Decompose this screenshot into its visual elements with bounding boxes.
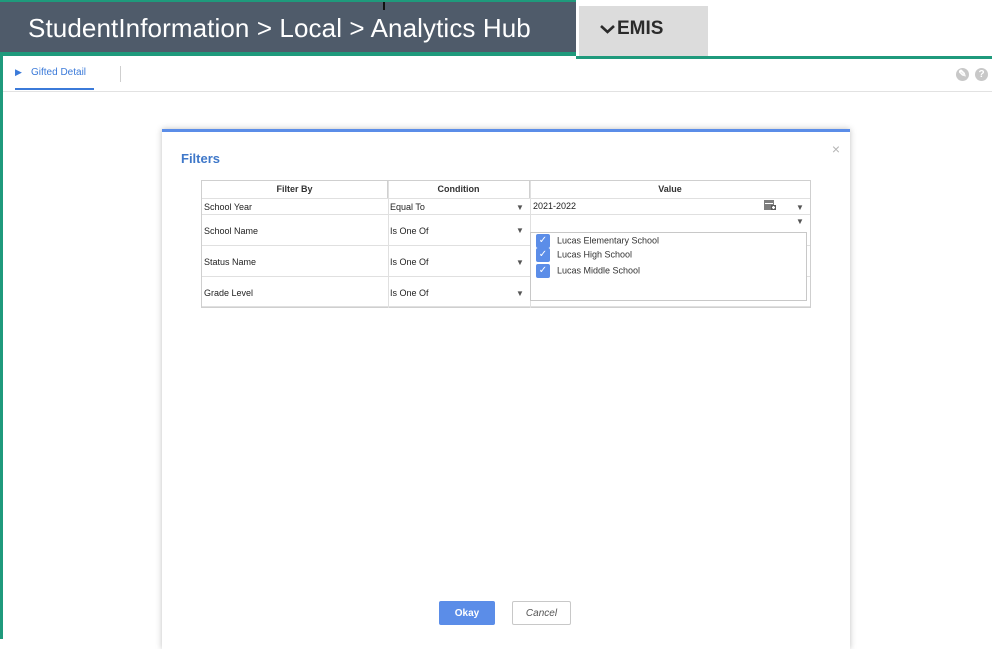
module-tab-text: EMIS (617, 18, 664, 39)
wrench-icon[interactable]: ✎ (956, 68, 969, 81)
checkbox-checked-icon[interactable]: ✓ (536, 234, 550, 248)
breadcrumb-bar: StudentInformation > Local > Analytics H… (0, 0, 576, 56)
row-divider (202, 214, 810, 215)
help-icon[interactable]: ? (975, 68, 988, 81)
breadcrumb[interactable]: StudentInformation > Local > Analytics H… (28, 13, 531, 44)
module-tab-emis[interactable]: EMIS (579, 6, 708, 56)
play-icon: ▶ (15, 67, 22, 77)
column-header-filter-by: Filter By (202, 181, 388, 198)
breadcrumb-marker (383, 2, 385, 10)
condition-select[interactable]: Is One Of (390, 288, 429, 298)
row-divider (202, 306, 810, 307)
okay-button[interactable]: Okay (439, 601, 495, 625)
tab-strip: ▶ Gifted Detail ✎ ? (3, 59, 992, 92)
value-field[interactable]: 2021-2022 (533, 201, 576, 211)
option-label: Lucas Elementary School (557, 235, 660, 246)
option-lucas-elementary[interactable]: ✓ Lucas Elementary School (536, 234, 659, 248)
tab-gifted-detail[interactable]: ▶ Gifted Detail (15, 64, 95, 90)
condition-select[interactable]: Equal To (390, 202, 425, 212)
cancel-button[interactable]: Cancel (512, 601, 571, 625)
dialog-title: Filters (181, 151, 221, 166)
dropdown-arrow-icon[interactable]: ▼ (516, 203, 524, 212)
calendar-icon[interactable] (764, 199, 776, 213)
checkbox-checked-icon[interactable]: ✓ (536, 264, 550, 278)
filter-table: Filter By Condition Value School Year Eq… (201, 180, 811, 308)
dropdown-arrow-icon[interactable]: ▼ (516, 289, 524, 298)
checkbox-checked-icon[interactable]: ✓ (536, 248, 550, 262)
condition-select[interactable]: Is One Of (390, 257, 429, 267)
row-divider (202, 198, 810, 199)
tab-divider (120, 66, 121, 82)
filter-by-school-year: School Year (204, 202, 253, 212)
column-header-value: Value (658, 184, 682, 194)
module-tab-label: EMIS (600, 18, 663, 40)
dropdown-arrow-icon[interactable]: ▼ (516, 226, 524, 235)
option-lucas-middle[interactable]: ✓ Lucas Middle School (536, 264, 640, 278)
tab-label: Gifted Detail (31, 67, 87, 78)
filters-dialog: Filters × Filter By Condition Value Scho… (162, 129, 850, 649)
dropdown-arrow-icon[interactable]: ▼ (796, 217, 804, 226)
condition-select[interactable]: Is One Of (390, 226, 429, 236)
filter-by-school-name: School Name (204, 226, 259, 236)
column-divider (388, 181, 389, 308)
column-header-condition: Condition (388, 181, 530, 198)
filter-by-status-name: Status Name (204, 257, 257, 267)
option-lucas-high[interactable]: ✓ Lucas High School (536, 248, 632, 262)
chevron-down-icon (600, 18, 615, 40)
option-label: Lucas High School (557, 249, 633, 260)
value-dropdown-list: ✓ Lucas Elementary School ✓ Lucas High Sch… (530, 232, 807, 301)
option-label: Lucas Middle School (557, 265, 641, 276)
filter-by-grade-level: Grade Level (204, 288, 254, 298)
dropdown-arrow-icon[interactable]: ▼ (516, 258, 524, 267)
close-icon[interactable]: × (832, 141, 840, 157)
left-border (0, 56, 3, 639)
dropdown-arrow-icon[interactable]: ▼ (796, 203, 804, 212)
